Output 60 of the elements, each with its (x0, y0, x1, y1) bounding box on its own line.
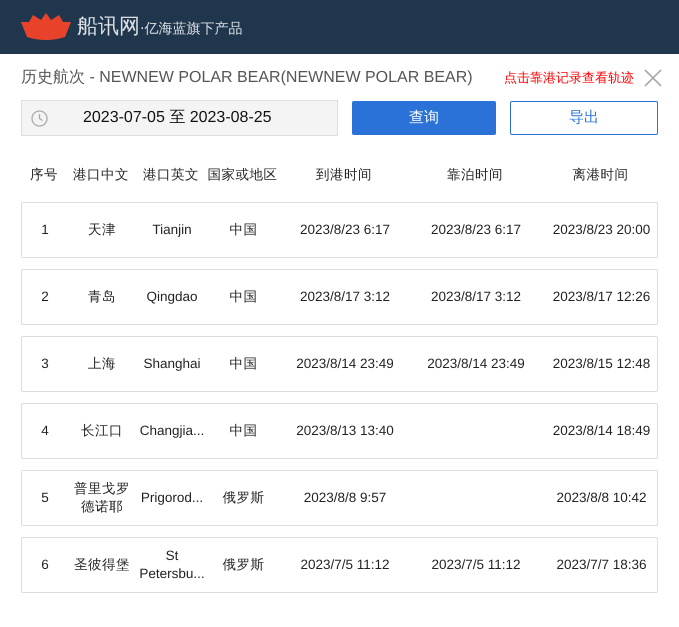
table-cell: 2023/8/8 10:42 (556, 489, 647, 507)
table-cell: 上海 (88, 355, 116, 373)
table-cell-text: 普里戈罗德诺耶 (73, 480, 131, 516)
table-cell: 2023/7/7 18:36 (556, 556, 647, 574)
column-header: 序号 (29, 166, 59, 184)
brand-tagline: ·亿海蓝旗下产品 (140, 20, 242, 38)
dialog-title: 历史航次 - NEWNEW POLAR BEAR(NEWNEW POLAR BEAR) (21, 68, 473, 88)
table-cell: 青岛 (88, 288, 116, 306)
column-header: 港口英文 (142, 166, 200, 184)
table-cell: 中国 (230, 422, 258, 440)
table-cell: 中国 (230, 221, 258, 239)
query-button[interactable]: 查询 (352, 101, 496, 135)
table-cell: 2023/8/23 6:17 (300, 221, 390, 239)
table-cell: 中国 (230, 288, 258, 306)
table-cell: 2023/8/17 3:12 (300, 288, 390, 306)
table-cell: 2023/8/14 18:49 (552, 422, 650, 440)
column-header: 到港时间 (315, 166, 373, 184)
port-call-row[interactable]: 2 青岛 Qingdao 中国 2023/8/17 3:12 2023/8/17 3:12 2023/8/17 12:26 (21, 269, 658, 325)
column-header: 国家或地区 (207, 166, 278, 184)
column-header: 靠泊时间 (446, 166, 504, 184)
table-cell: 2023/7/5 11:12 (431, 556, 521, 574)
port-call-row[interactable]: 1 天津 Tianjin 中国 2023/8/23 6:17 2023/8/23 6:17 2023/8/23 20:00 (21, 202, 658, 258)
table-cell: Qingdao (146, 288, 198, 306)
table-cell: 6 (41, 556, 49, 574)
table-cell-text: St Petersbu... (138, 547, 206, 583)
table-cell: 2023/8/13 13:40 (296, 422, 394, 440)
table-cell: 长江口 (81, 422, 123, 440)
table-cell: Shanghai (143, 355, 201, 373)
table-cell: 2023/8/8 9:57 (304, 489, 386, 507)
port-call-row[interactable]: 4 长江口 Changjia... 中国 2023/8/13 13:40 2023/8/14 18:49 (21, 403, 658, 459)
table-cell: 2023/8/17 12:26 (552, 288, 650, 306)
table-cell: 4 (41, 422, 49, 440)
table-cell: Tianjin (152, 221, 192, 239)
close-icon[interactable] (644, 69, 662, 87)
table-cell: 3 (41, 355, 49, 373)
export-button[interactable]: 导出 (510, 101, 658, 135)
table-cell: 圣彼得堡 (74, 556, 130, 574)
table-cell: 2023/8/14 23:49 (296, 355, 394, 373)
column-header: 港口中文 (72, 166, 130, 184)
table-cell: 2023/8/14 23:49 (427, 355, 525, 373)
column-header: 离港时间 (572, 166, 630, 184)
table-cell: 天津 (88, 221, 116, 239)
table-cell: Prigorod... (140, 489, 204, 507)
clock-icon (31, 110, 48, 126)
port-call-row[interactable]: 3 上海 Shanghai 中国 2023/8/14 23:49 2023/8/14 23:49 2023/8/15 12:48 (21, 336, 658, 392)
table-cell: 2023/7/5 11:12 (300, 556, 390, 574)
table-cell: Changjia... (140, 422, 204, 440)
table-cell: 2023/8/23 6:17 (430, 221, 522, 239)
table-cell: 2023/8/23 20:00 (552, 221, 650, 239)
table-cell: 5 (41, 489, 49, 507)
brand-name: 船讯网 (77, 13, 140, 40)
table-cell: 2 (41, 288, 49, 306)
table-cell: 2023/8/17 3:12 (430, 288, 522, 306)
hint-text: 点击靠港记录查看轨迹 (504, 69, 634, 88)
table-cell: 1 (41, 221, 49, 239)
table-cell: 中国 (230, 355, 258, 373)
table-cell: 2023/8/15 12:48 (552, 355, 650, 373)
table-cell: 俄罗斯 (222, 556, 264, 574)
date-range-field[interactable]: 2023-07-05 至 2023-08-25 (21, 100, 338, 136)
table-cell: 俄罗斯 (222, 489, 264, 507)
